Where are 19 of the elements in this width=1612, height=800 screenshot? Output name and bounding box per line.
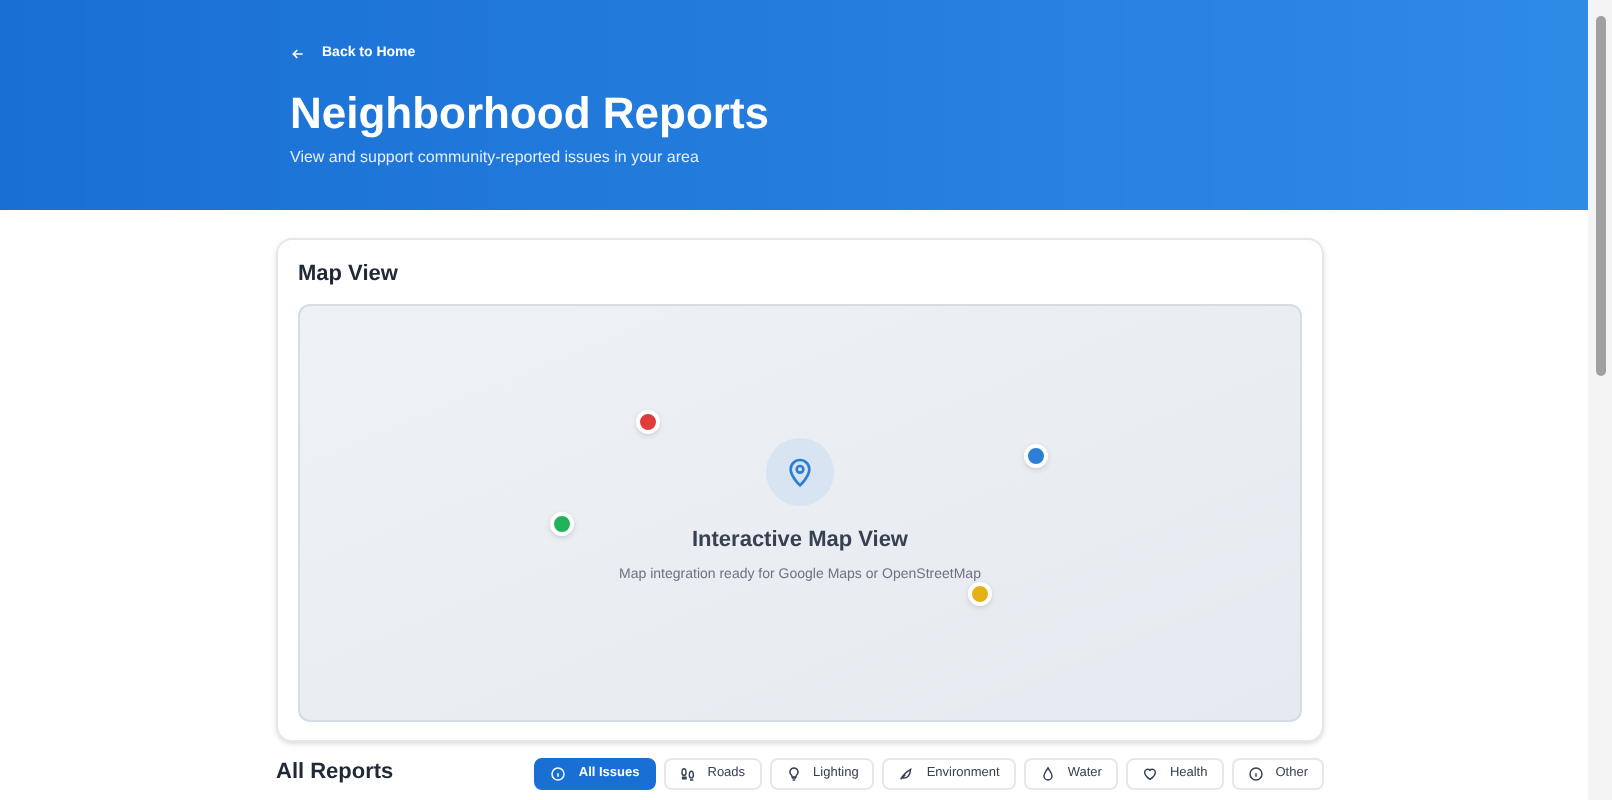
map-marker[interactable] — [635, 409, 659, 434]
footprints-icon — [679, 765, 696, 781]
info-icon — [550, 765, 567, 781]
map-heading: Interactive Map View — [691, 526, 908, 556]
heart-icon — [1141, 765, 1158, 781]
map-marker[interactable] — [550, 512, 575, 537]
card-title: Map View — [298, 260, 398, 290]
map-marker[interactable] — [1023, 443, 1047, 468]
page-subtitle: View and support community-reported issues in your area — [290, 146, 699, 170]
section-title: All Reports — [276, 762, 394, 784]
lightbulb-icon — [785, 765, 802, 781]
arrow-left-icon — [290, 46, 306, 63]
leaf-icon — [898, 765, 915, 781]
info-icon — [1247, 765, 1264, 781]
map-marker[interactable] — [967, 582, 991, 607]
droplet-icon — [1039, 765, 1056, 781]
map-pin-icon — [766, 438, 834, 506]
page-title: Neighborhood Reports — [290, 85, 770, 140]
scrollbar-thumb[interactable] — [1595, 16, 1605, 376]
